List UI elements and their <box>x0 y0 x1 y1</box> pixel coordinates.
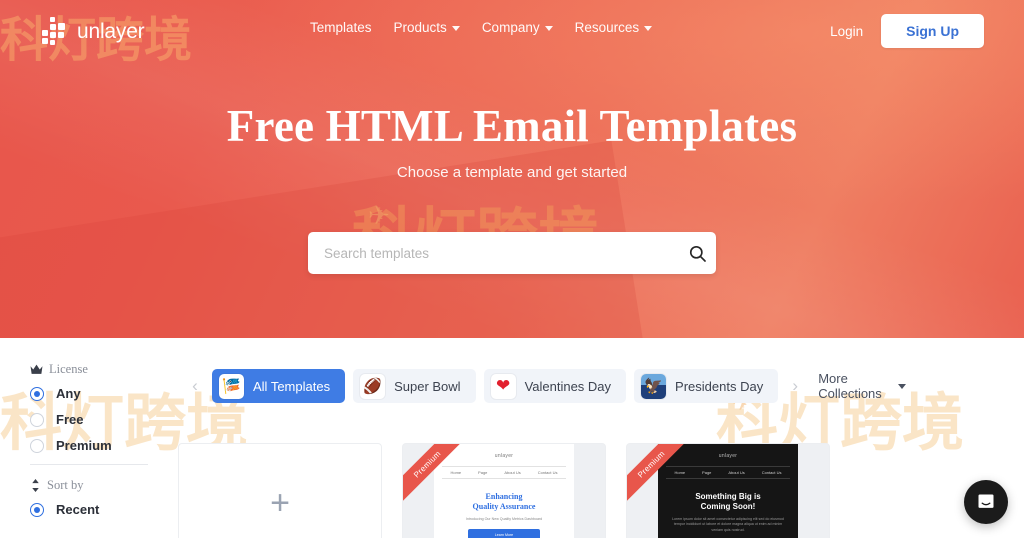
preview-heading-line1: Something Big is <box>695 492 761 501</box>
preview-nav-item: Page <box>702 470 712 475</box>
license-option-premium[interactable]: Premium <box>30 438 170 453</box>
chevron-right-icon[interactable]: › <box>786 376 804 396</box>
nav-item-company[interactable]: Company <box>482 20 553 35</box>
sort-option-recent-label: Recent <box>56 502 100 517</box>
nav-label-resources: Resources <box>574 20 640 35</box>
license-option-free-label: Free <box>56 412 84 427</box>
preview-heading-line2: Coming Soon! <box>700 502 756 511</box>
login-link[interactable]: Login <box>830 24 863 39</box>
template-preview: unlayer Home Page About Us Contact Us En… <box>434 444 574 538</box>
search-bar <box>308 232 716 274</box>
chevron-down-icon <box>644 26 653 31</box>
chevron-down-icon <box>898 383 906 389</box>
preview-nav-item: Contact Us <box>537 470 558 475</box>
license-filter-header: License <box>30 362 170 377</box>
radio-icon <box>30 386 44 401</box>
template-card[interactable]: Premium unlayer Home Page About Us Conta… <box>626 443 830 538</box>
football-helmet-icon: 🏈 <box>360 373 386 399</box>
page-root: 科灯跨境 科灯跨境 科灯跨境 科灯跨境 ✈ ✈ unlayer Template… <box>0 0 1024 538</box>
license-filter-title: License <box>49 362 88 376</box>
sort-filter-title: Sort by <box>47 478 84 492</box>
preview-heading-line1: Enhancing <box>485 492 523 501</box>
main-nav: Templates Products Company Resources <box>310 20 653 35</box>
preview-body: Introducing Our New Quality Metrics Dash… <box>465 517 543 521</box>
license-option-premium-label: Premium <box>56 438 112 453</box>
preview-nav-item: About Us <box>504 470 521 475</box>
preview-nav: Home Page About Us Contact Us <box>442 466 566 479</box>
collection-chip-valentines-day[interactable]: ❤ Valentines Day <box>483 369 627 403</box>
collections-tabs: ‹ 🎏 All Templates 🏈 Super Bowl ❤ Valenti… <box>186 366 906 406</box>
chevron-down-icon <box>451 26 460 31</box>
preview-button: Learn More <box>468 529 540 538</box>
preview-nav: Home Page About Us Contact Us <box>666 466 790 479</box>
preview-nav-item: Home <box>450 470 462 475</box>
collection-chip-presidents-day-label: Presidents Day <box>675 378 764 394</box>
sort-option-recent[interactable]: Recent <box>30 502 170 517</box>
collection-chip-valentines-day-label: Valentines Day <box>524 378 612 394</box>
collection-chip-super-bowl-label: Super Bowl <box>394 378 461 394</box>
site-header: unlayer Templates Products Company Resou… <box>0 0 1024 62</box>
collection-chip-super-bowl[interactable]: 🏈 Super Bowl <box>353 369 476 403</box>
logo-text: unlayer <box>77 19 145 43</box>
nav-label-templates: Templates <box>310 20 372 35</box>
template-card[interactable]: Premium unlayer Home Page About Us Conta… <box>402 443 606 538</box>
preview-nav-item: Page <box>478 470 488 475</box>
chat-widget-button[interactable] <box>964 480 1008 524</box>
page-title: Free HTML Email Templates <box>226 101 798 151</box>
radio-icon <box>30 438 44 453</box>
preview-heading: Something Big is Coming Soon! <box>658 492 798 512</box>
search-icon[interactable] <box>678 244 716 263</box>
license-option-free[interactable]: Free <box>30 412 170 427</box>
nav-item-products[interactable]: Products <box>394 20 460 35</box>
crown-icon <box>30 364 43 374</box>
nav-item-templates[interactable]: Templates <box>310 20 372 35</box>
preview-heading-line2: Quality Assurance <box>472 502 536 511</box>
presidents-day-icon: 🦅 <box>641 373 667 399</box>
more-collections-dropdown[interactable]: More Collections <box>818 371 906 401</box>
nav-label-company: Company <box>481 20 540 35</box>
chevron-left-icon[interactable]: ‹ <box>186 376 204 396</box>
chat-bubble-icon <box>978 494 994 508</box>
page-subtitle: Choose a template and get started <box>396 164 628 181</box>
unlayer-grid-logo-icon <box>42 17 69 46</box>
license-option-any-label: Any <box>56 386 81 401</box>
template-preview: unlayer Home Page About Us Contact Us So… <box>658 444 798 538</box>
template-grid: + Premium unlayer Home Page About Us Con… <box>178 443 830 538</box>
preview-heading: Enhancing Quality Assurance <box>434 492 574 512</box>
search-input[interactable] <box>308 245 678 261</box>
nav-item-resources[interactable]: Resources <box>575 20 653 35</box>
more-collections-label: More Collections <box>818 371 882 401</box>
license-option-any[interactable]: Any <box>30 386 170 401</box>
radio-icon <box>30 502 44 517</box>
sort-filter-header: Sort by <box>30 478 170 493</box>
sort-icon <box>32 479 39 492</box>
template-card-blank[interactable]: + <box>178 443 382 538</box>
collection-chip-all-templates-label: All Templates <box>253 378 331 394</box>
collection-chip-all-templates[interactable]: 🎏 All Templates <box>212 369 346 403</box>
collection-chip-presidents-day[interactable]: 🦅 Presidents Day <box>634 369 779 403</box>
preview-body: Lorem ipsum dolor sit amet consectetur a… <box>672 517 784 532</box>
nav-label-products: Products <box>393 20 447 35</box>
filter-sidebar: License Any Free Premium Sort by Recent <box>30 362 170 528</box>
all-templates-icon: 🎏 <box>219 373 244 399</box>
preview-nav-item: Home <box>674 470 686 475</box>
logo[interactable]: unlayer <box>42 17 145 46</box>
signup-button[interactable]: Sign Up <box>881 14 984 48</box>
preview-nav-item: About Us <box>728 470 745 475</box>
auth-actions: Login Sign Up <box>830 14 984 48</box>
chevron-down-icon <box>544 26 553 31</box>
sidebar-divider <box>30 464 148 465</box>
heart-icon: ❤ <box>490 373 516 399</box>
plus-icon: + <box>270 484 290 522</box>
radio-icon <box>30 412 44 427</box>
preview-nav-item: Contact Us <box>761 470 782 475</box>
